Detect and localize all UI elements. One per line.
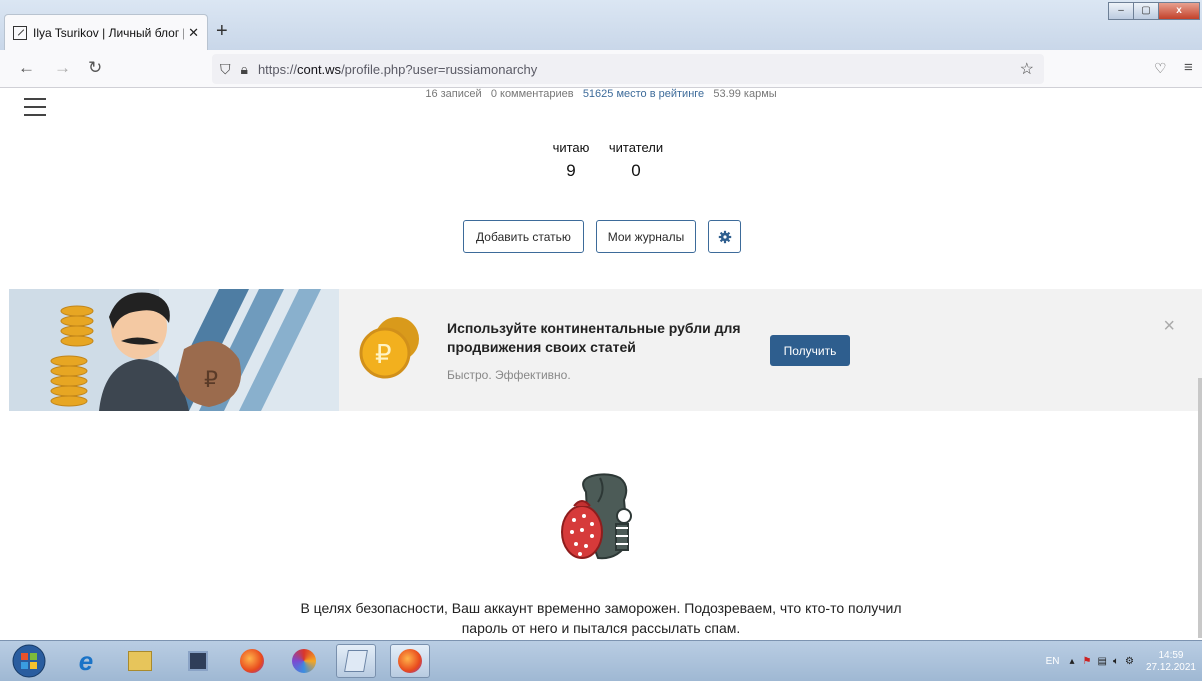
- profile-stats: 16 записей 0 комментариев 51625 место в …: [0, 88, 1202, 100]
- svg-text:₽: ₽: [375, 340, 392, 370]
- security-icon[interactable]: ⚙: [1125, 656, 1134, 667]
- windows-logo-icon: [12, 644, 46, 678]
- tab-title: Ilya Tsurikov | Личный блог | К: [33, 25, 185, 40]
- promo-title: Используйте континентальные рубли для пр…: [447, 320, 741, 355]
- hamburger-menu-icon[interactable]: [24, 98, 46, 122]
- rating-link[interactable]: 51625 место в рейтинге: [583, 88, 704, 100]
- following-label: читаю: [552, 140, 590, 155]
- pocket-icon[interactable]: ♡: [1154, 60, 1167, 77]
- followers-count: 0: [631, 161, 641, 180]
- coins-icon: ₽: [359, 317, 419, 379]
- clock-date: 27.12.2021: [1145, 661, 1196, 673]
- forward-arrow-icon[interactable]: →: [54, 58, 71, 78]
- file-explorer-icon[interactable]: [120, 644, 160, 678]
- followers-label: читатели: [608, 140, 664, 155]
- menu-icon[interactable]: ≡: [1184, 59, 1193, 76]
- settings-button[interactable]: [708, 220, 741, 253]
- promo-illustration: ₽: [9, 289, 339, 411]
- promo-subtitle: Быстро. Эффективно.: [447, 368, 571, 382]
- firefox-icon[interactable]: [232, 644, 272, 678]
- frozen-account-message: В целях безопасности, Ваш аккаунт времен…: [0, 598, 1202, 638]
- shield-icon[interactable]: ⛉: [220, 61, 231, 78]
- tab-close-button[interactable]: ✕: [188, 25, 199, 41]
- comments-count[interactable]: 0 комментариев: [491, 88, 574, 100]
- media-player-icon[interactable]: [178, 644, 218, 678]
- frozen-message-line-1: В целях безопасности, Ваш аккаунт времен…: [300, 600, 902, 616]
- url-text[interactable]: https://cont.ws/profile.php?user=russiam…: [258, 62, 537, 77]
- pencil-icon: [13, 25, 27, 40]
- minimize-button[interactable]: –: [1108, 2, 1134, 20]
- close-window-button[interactable]: x: [1158, 2, 1200, 20]
- svg-text:₽: ₽: [204, 368, 218, 393]
- add-article-button[interactable]: Добавить статью: [463, 220, 584, 253]
- bundle-illustration: [561, 473, 632, 560]
- get-rubles-button[interactable]: Получить: [770, 335, 850, 366]
- window-controls: – ▢ x: [1108, 2, 1200, 20]
- internet-explorer-icon[interactable]: e: [66, 644, 106, 678]
- page-content: 16 записей 0 комментариев 51625 место в …: [0, 88, 1202, 640]
- promo-close-button[interactable]: ×: [1163, 315, 1175, 338]
- page-scrollbar[interactable]: [1198, 378, 1202, 638]
- language-indicator[interactable]: EN: [1046, 656, 1060, 667]
- promo-banner: ₽ ₽ Используйте континентальные рубли дл…: [9, 289, 1202, 411]
- following-count: 9: [566, 161, 576, 180]
- volume-icon[interactable]: 🔈︎: [1113, 656, 1119, 667]
- network-icon[interactable]: ▤: [1098, 656, 1107, 667]
- lock-icon[interactable]: 🔒︎: [241, 61, 248, 78]
- reload-icon[interactable]: ↻: [88, 58, 102, 78]
- back-arrow-icon[interactable]: ←: [18, 58, 35, 78]
- maximize-button[interactable]: ▢: [1133, 2, 1159, 20]
- action-center-icon[interactable]: ⚑: [1083, 656, 1092, 667]
- following-block[interactable]: читаю 9: [536, 140, 606, 181]
- navigation-bar: ← → ↻ ⛉ 🔒︎ https://cont.ws/profile.php?u…: [0, 50, 1202, 88]
- clock[interactable]: 14:59 27.12.2021: [1146, 650, 1196, 674]
- firefox-active-icon[interactable]: [390, 644, 430, 678]
- notepad-icon[interactable]: [336, 644, 376, 678]
- bookmark-star-icon[interactable]: ☆: [1020, 59, 1034, 79]
- frozen-message-line-2: пароль от него и пытался рассылать спам.: [461, 620, 741, 636]
- new-tab-button[interactable]: +: [216, 20, 228, 43]
- karma-value: 53.99 кармы: [713, 88, 777, 100]
- system-tray: EN ▴ ⚑ ▤ 🔈︎ ⚙ 14:59 27.12.2021: [1046, 641, 1196, 681]
- gear-icon: [718, 230, 731, 243]
- followers-block[interactable]: читатели 0: [601, 140, 671, 181]
- browser-app-icon[interactable]: [284, 644, 324, 678]
- posts-count[interactable]: 16 записей: [425, 88, 481, 100]
- my-journals-button[interactable]: Мои журналы: [596, 220, 696, 253]
- tray-expand-icon[interactable]: ▴: [1070, 656, 1075, 667]
- browser-tab[interactable]: Ilya Tsurikov | Личный блог | К ✕: [4, 14, 208, 50]
- clock-time: 14:59: [1158, 649, 1184, 661]
- browser-window: Ilya Tsurikov | Личный блог | К ✕ + – ▢ …: [0, 0, 1202, 681]
- taskbar: e EN ▴ ⚑ ▤ 🔈︎ ⚙ 14:59 27.12.2021: [0, 640, 1202, 681]
- start-button[interactable]: [6, 644, 52, 678]
- tab-strip: Ilya Tsurikov | Личный блог | К ✕ + – ▢ …: [0, 0, 1202, 50]
- address-bar[interactable]: ⛉ 🔒︎ https://cont.ws/profile.php?user=ru…: [212, 54, 1044, 84]
